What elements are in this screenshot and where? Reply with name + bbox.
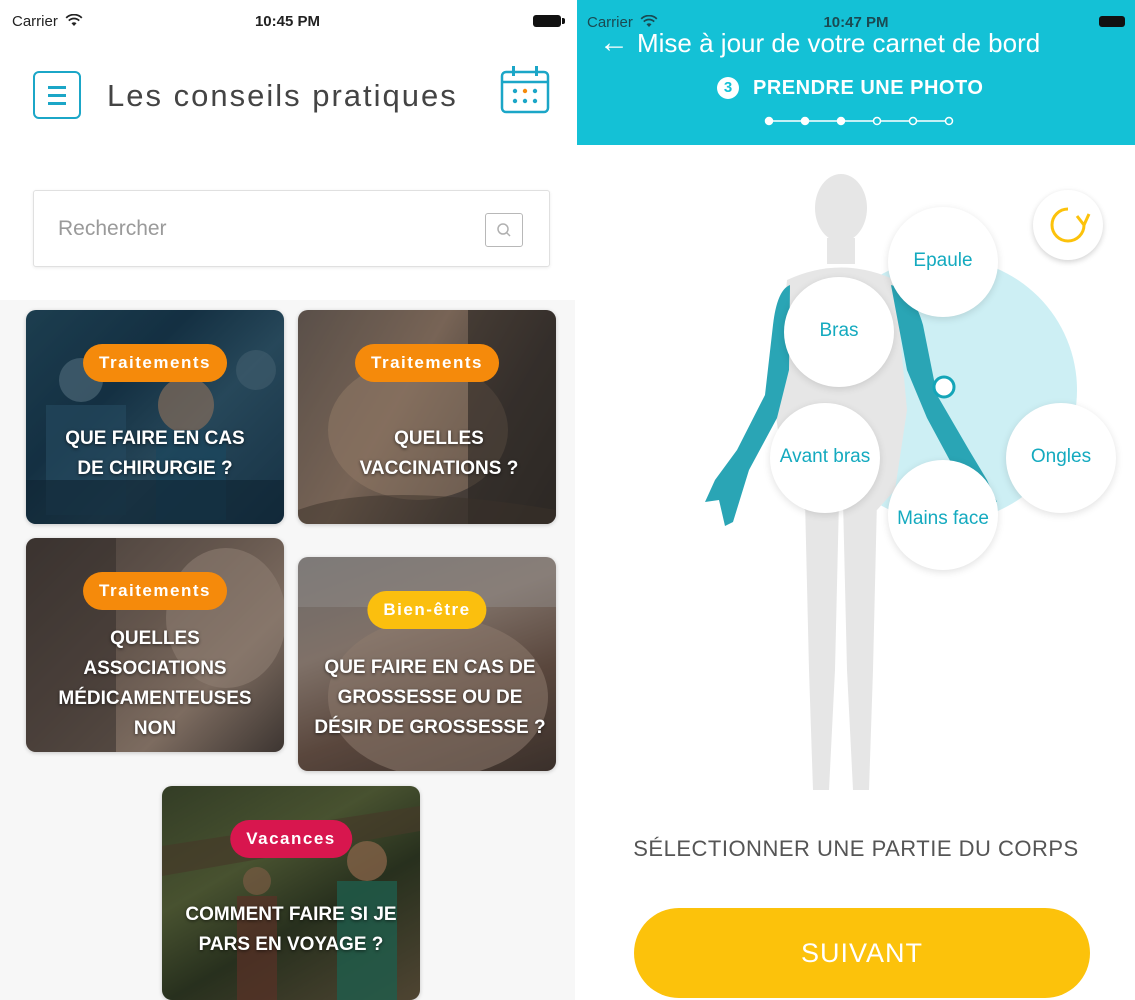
progress-dot-pending — [908, 116, 918, 126]
card-title: COMMENT FAIRE SI JE PARS EN VOYAGE ? — [185, 904, 397, 955]
card-title: QUELLES ASSOCIATIONS MÉDICAMENTEUSES NON — [58, 628, 252, 739]
battery-icon — [533, 15, 565, 27]
advice-screen: Carrier 10:45 PM Les conseils pratiques … — [0, 0, 575, 1000]
category-badge: Traitements — [83, 344, 227, 382]
card-surgery[interactable]: Traitements QUE FAIRE EN CAS DE CHIRURGI… — [26, 310, 284, 524]
body-part-label: Ongles — [1030, 446, 1092, 467]
body-part-label: Bras — [819, 320, 859, 341]
search-input[interactable]: Rechercher — [58, 217, 167, 241]
search-field[interactable]: Rechercher — [33, 190, 550, 267]
calendar-icon — [500, 66, 550, 114]
step-label: PRENDRE UNE PHOTO — [753, 77, 984, 99]
status-bar: Carrier 10:47 PM — [577, 0, 1135, 31]
category-badge: Traitements — [355, 344, 499, 382]
body-part-label: Avant bras — [779, 446, 871, 467]
progress-dot-done — [836, 116, 846, 126]
body-part-shoulder[interactable]: Epaule — [888, 207, 998, 317]
category-badge: Vacances — [230, 820, 352, 858]
photo-step-screen: Carrier 10:47 PM ← Mise à jour de votre … — [577, 0, 1135, 1000]
rotate-view-button[interactable] — [1033, 190, 1103, 260]
rotate-icon — [1050, 207, 1091, 243]
menu-icon — [48, 86, 66, 89]
back-arrow-icon[interactable]: ← — [599, 28, 629, 58]
status-bar: Carrier 10:45 PM — [0, 0, 575, 40]
search-icon[interactable] — [485, 213, 523, 247]
card-vaccinations[interactable]: Traitements QUELLES VACCINATIONS ? — [298, 310, 556, 524]
card-title: QUE FAIRE EN CAS DE GROSSESSE OU DE DÉSI… — [314, 657, 546, 738]
category-badge: Traitements — [83, 572, 227, 610]
body-part-forearm[interactable]: Avant bras — [770, 403, 880, 513]
body-part-arm[interactable]: Bras — [784, 277, 894, 387]
body-part-label: Epaule — [913, 250, 973, 271]
card-drug-associations[interactable]: Traitements QUELLES ASSOCIATIONS MÉDICAM… — [26, 538, 284, 752]
card-pregnancy[interactable]: Bien-être QUE FAIRE EN CAS DE GROSSESSE … — [298, 557, 556, 771]
status-time: 10:45 PM — [254, 13, 321, 30]
card-title: QUELLES VACCINATIONS ? — [359, 428, 519, 479]
step-progress-indicator — [764, 116, 954, 126]
card-title: QUE FAIRE EN CAS DE CHIRURGIE ? — [65, 428, 245, 479]
instruction-text: SÉLECTIONNER UNE PARTIE DU CORPS — [633, 836, 1079, 861]
calendar-button[interactable] — [500, 64, 550, 114]
arm-marker — [932, 375, 956, 399]
body-part-hands-front[interactable]: Mains face — [888, 460, 998, 570]
progress-dot-done — [800, 116, 810, 126]
page-title: Les conseils pratiques — [107, 78, 458, 113]
progress-dot-pending — [872, 116, 882, 126]
step-number: 3 — [717, 77, 739, 99]
body-part-nails[interactable]: Ongles — [1006, 403, 1116, 513]
step-header: Carrier 10:47 PM ← Mise à jour de votre … — [577, 0, 1135, 145]
card-travel[interactable]: Vacances COMMENT FAIRE SI JE PARS EN VOY… — [162, 786, 420, 1000]
body-part-label: Mains face — [897, 508, 989, 529]
progress-dot-done — [764, 116, 774, 126]
battery-icon — [1099, 16, 1125, 27]
progress-dot-pending — [944, 116, 954, 126]
menu-button[interactable] — [33, 71, 81, 119]
category-badge: Bien-être — [367, 591, 487, 629]
header-title: Mise à jour de votre carnet de bord — [637, 28, 1041, 58]
next-button[interactable]: SUIVANT — [634, 908, 1090, 998]
